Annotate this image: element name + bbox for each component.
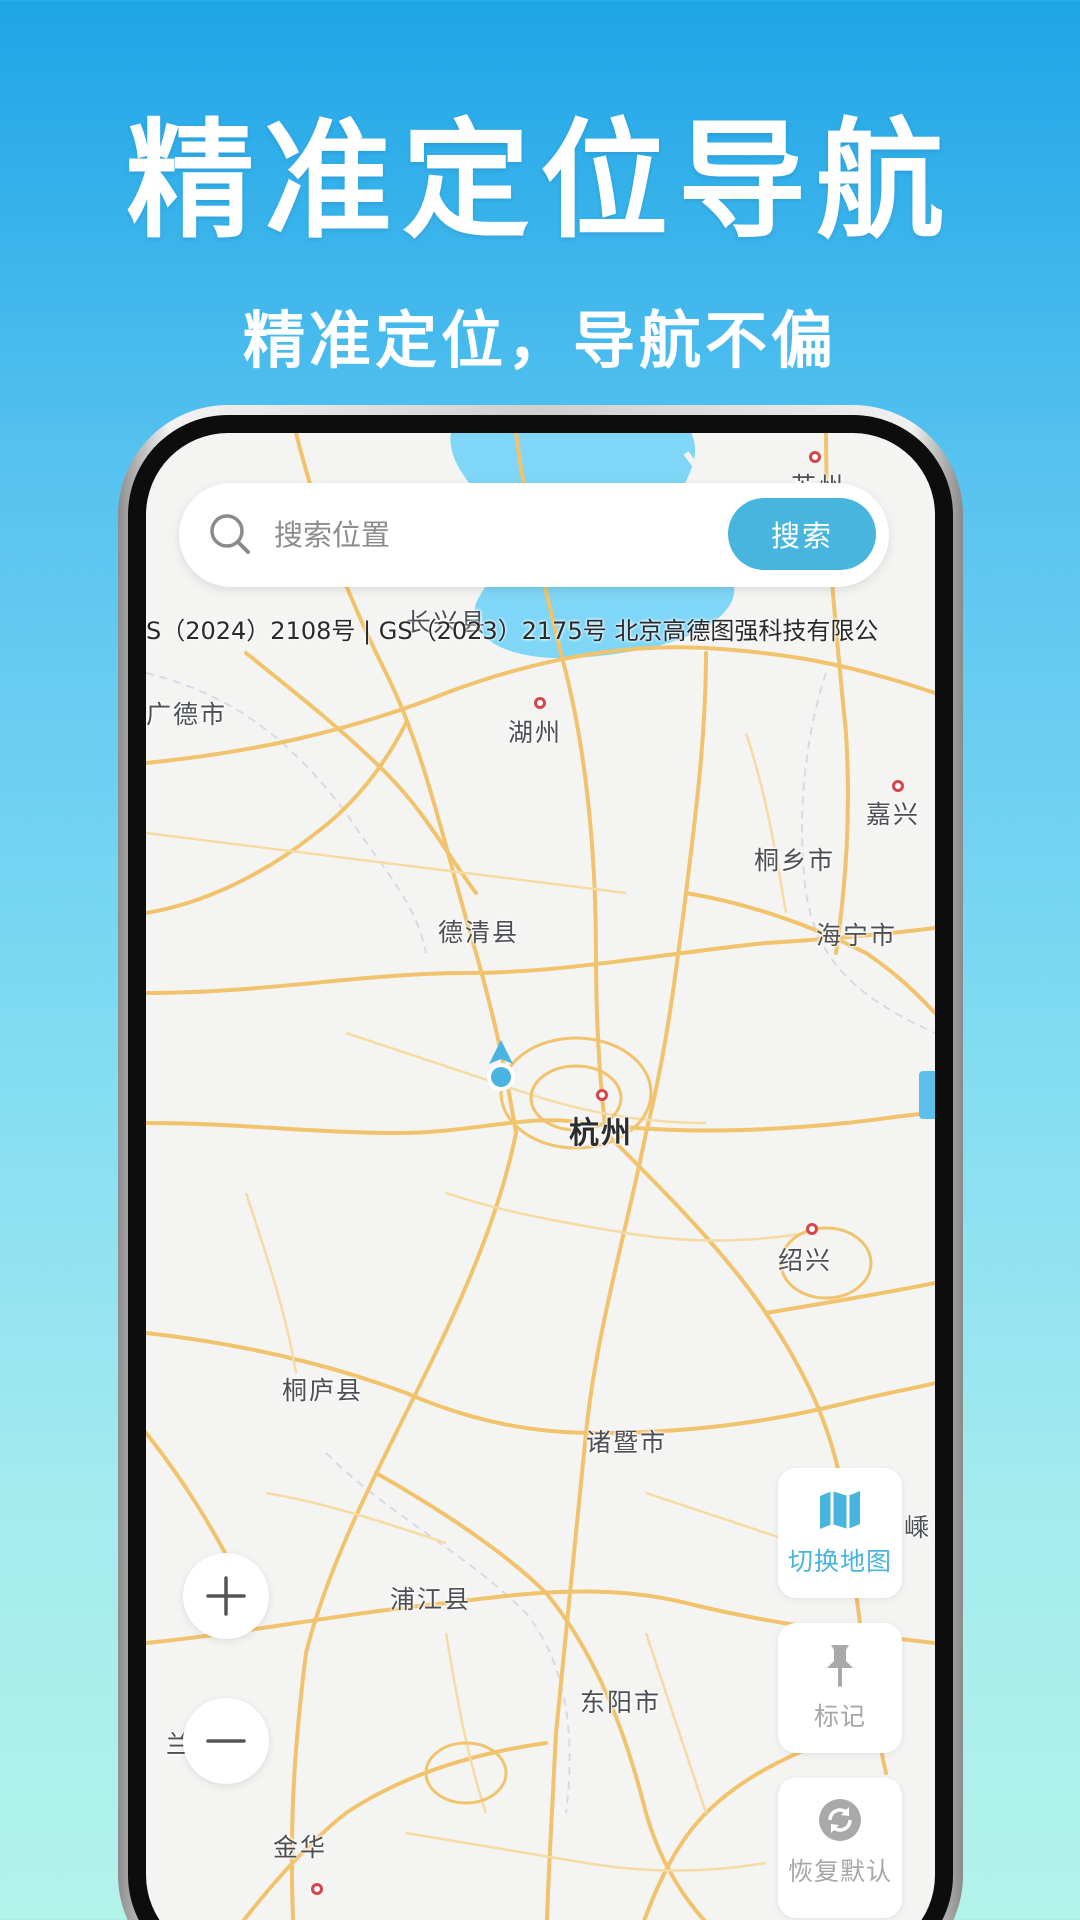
reset-button[interactable]: 恢复默认 [778,1778,902,1918]
city-label-guangde: 广德市 [146,700,228,729]
city-dot-hangzhou [596,1089,608,1101]
promo-subline: 精准定位，导航不偏 [242,304,837,377]
map-icon [820,1491,860,1529]
zoom-in-button[interactable] [183,1553,269,1639]
city-dot-jiaxing [892,780,904,792]
city-label-tonglu: 桐庐县 [282,1376,364,1405]
city-label-haining: 海宁市 [816,921,898,950]
city-dot-shaoxing [806,1223,818,1235]
city-label-zhuji: 诸暨市 [586,1428,668,1457]
city-dot-jinhua [311,1883,323,1895]
switch-map-button[interactable]: 切换地图 [778,1468,902,1598]
phone-frame: 苏州 长兴县 广德市 湖州 嘉兴 桐乡市 德清县 海宁市 杭州 绍兴 桐庐县 诸… [118,405,963,1920]
search-input[interactable] [274,505,704,565]
city-label-shaoxing: 绍兴 [778,1246,833,1275]
city-label-sheng: 嵊 [904,1513,932,1542]
city-label-hangzhou: 杭州 [569,1116,633,1151]
map-screen[interactable]: 苏州 长兴县 广德市 湖州 嘉兴 桐乡市 德清县 海宁市 杭州 绍兴 桐庐县 诸… [146,433,935,1920]
search-button[interactable]: 搜索 [728,498,876,570]
minus-icon [206,1739,246,1743]
refresh-icon [819,1799,861,1841]
plus-icon [206,1576,246,1616]
search-icon [210,514,250,554]
water-edge [919,1071,935,1119]
mark-label: 标记 [813,1702,866,1731]
search-bar: 搜索 [179,483,889,587]
city-label-deqing: 德清县 [438,918,520,947]
city-dot-suzhou [809,451,821,463]
zoom-out-button[interactable] [183,1698,269,1784]
city-label-tongxiang: 桐乡市 [754,846,836,875]
city-label-pujiang: 浦江县 [390,1585,472,1614]
city-label-jiaxing: 嘉兴 [866,800,921,829]
city-label-dongyang: 东阳市 [580,1688,662,1717]
map-attribution: S（2024）2108号 | GS（2023）2175号 北京高德图强科技有限公 [146,617,879,645]
reset-label: 恢复默认 [787,1857,892,1886]
mark-button[interactable]: 标记 [778,1623,902,1753]
pin-icon [827,1645,853,1687]
location-arrow-icon [487,1040,515,1091]
switch-map-label: 切换地图 [787,1547,892,1576]
promo-headline: 精准定位导航 [125,107,954,256]
city-dot-huzhou [534,697,546,709]
city-label-jinhua: 金华 [273,1833,328,1862]
city-label-huzhou: 湖州 [508,718,563,747]
